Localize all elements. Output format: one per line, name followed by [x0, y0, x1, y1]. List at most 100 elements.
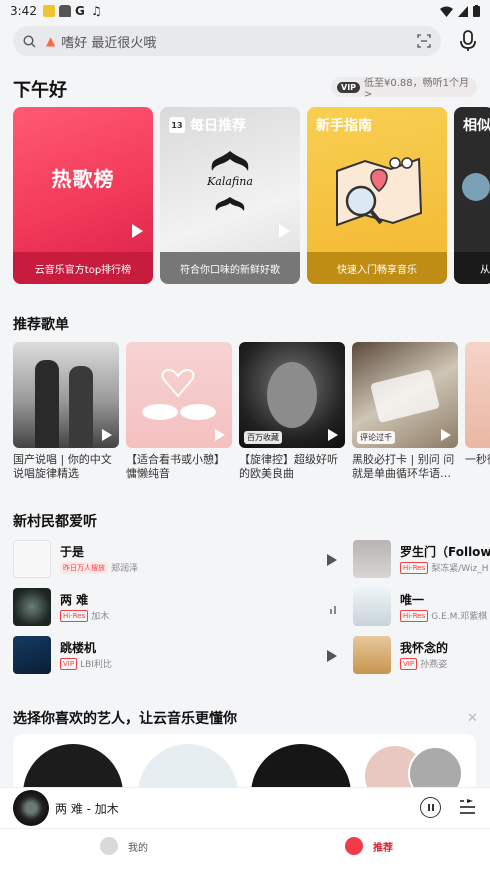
song-tag: VIP [400, 657, 418, 670]
scan-icon[interactable] [417, 34, 431, 48]
artist-picker [13, 734, 476, 794]
playlist-card[interactable]: 百万收藏 【旋律控】超级好听的欧美良曲 [239, 342, 345, 481]
playlist-card[interactable]: 评论过千 黑胶必打卡 | 别问 问就是单曲循环华语… [352, 342, 458, 481]
album-disc[interactable] [13, 790, 49, 826]
playlist-name: 黑胶必打卡 | 别问 问就是单曲循环华语… [352, 453, 455, 480]
music-note-icon: ♫ [90, 4, 102, 18]
song-artist: 加木 [91, 612, 110, 622]
mini-player[interactable]: 两 难 - 加木 [0, 787, 490, 828]
song-row[interactable]: 跳楼机 VIP LBI利比 [13, 636, 343, 676]
cassette-illustration [370, 369, 440, 423]
daily-recommend-card[interactable]: 13 每日推荐 Kalafina 符合你口味的新鲜好歌 [160, 107, 300, 284]
play-icon [132, 224, 143, 238]
playlist-card[interactable]: 国产说唱 | 你的中文说唱旋律精选 [13, 342, 119, 481]
song-thumbnail [353, 636, 391, 674]
songs-heading: 新村民都爱听 [13, 514, 97, 530]
play-icon[interactable] [327, 554, 337, 566]
notification-icon [42, 5, 55, 17]
song-tag: Hi-Res [60, 609, 89, 622]
signal-icon [458, 5, 468, 17]
vip-promo-text: 低至¥0.88，畅听1个月> [364, 78, 470, 100]
play-icon [279, 224, 290, 238]
playlist-card[interactable]: 一秒彻底 [465, 342, 490, 481]
playlist-badge: 评论过千 [357, 431, 395, 444]
play-icon [215, 429, 225, 441]
playlist-card[interactable]: 【适合看书或小憩】慵懒纯音 [126, 342, 232, 481]
calendar-icon: 13 [169, 117, 185, 133]
search-bar[interactable]: ▲ 嗜好 最近很火哦 [13, 26, 441, 56]
song-thumbnail [13, 588, 51, 626]
search-icon [23, 34, 36, 47]
beginner-guide-card[interactable]: 新手指南 快速入门畅享音乐 [307, 107, 447, 284]
song-row[interactable]: 于是 昨日万人搜放 郑润泽 [13, 540, 343, 580]
card-subtitle: 快速入门畅享音乐 [307, 252, 447, 284]
fire-icon: ▲ [46, 34, 56, 48]
song-title: 我怀念的 [400, 641, 449, 655]
song-title: 唯一 [400, 593, 425, 607]
song-thumbnail [353, 540, 391, 578]
card-title: 新手指南 [316, 118, 372, 134]
vip-badge: VIP [337, 81, 361, 93]
playlist-cover [465, 342, 490, 448]
hot-chart-card[interactable]: 热歌榜 云音乐官方top排行榜 [13, 107, 153, 284]
tab-me[interactable]: 我的 [100, 837, 148, 855]
now-playing-text: 两 难 - 加木 [55, 802, 119, 816]
playlist-cover: 评论过千 [352, 342, 458, 448]
card-title: 每日推荐 [190, 118, 246, 134]
playlist-name: 国产说唱 | 你的中文说唱旋律精选 [13, 453, 112, 480]
map-illustration [331, 153, 425, 231]
song-thumbnail [353, 588, 391, 626]
card-subtitle: 符合你口味的新鲜好歌 [160, 252, 300, 284]
song-artist: G.E.M.邓紫棋 [431, 612, 488, 622]
song-grid: 于是 昨日万人搜放 郑润泽 两 难 Hi-Res 加木 跳楼机 VIP LBI利比 罗… [13, 540, 490, 680]
microphone-icon[interactable] [458, 30, 478, 52]
play-icon [328, 429, 338, 441]
song-tag: 昨日万人搜放 [60, 561, 108, 574]
card-subtitle: 云音乐官方top排行榜 [13, 252, 153, 284]
feature-cards: 热歌榜 云音乐官方top排行榜 13 每日推荐 Kalafina 符合你口味的新… [13, 107, 490, 284]
tab-recommend[interactable]: 推荐 [345, 837, 393, 855]
playlist-cover [126, 342, 232, 448]
hot-chart-title: 热歌榜 [51, 167, 115, 191]
playlist-cover: 百万收藏 [239, 342, 345, 448]
playlist-badge: 百万收藏 [244, 431, 282, 444]
song-title: 跳楼机 [60, 641, 97, 655]
song-title: 于是 [60, 545, 85, 559]
battery-icon [473, 5, 480, 17]
pause-button[interactable] [420, 797, 441, 818]
playlist-name: 【旋律控】超级好听的欧美良曲 [239, 453, 338, 480]
vip-promo-button[interactable]: VIP 低至¥0.88，畅听1个月> [331, 77, 477, 100]
search-hint: 嗜好 最近很火哦 [61, 35, 157, 51]
play-icon[interactable] [327, 650, 337, 662]
people-figure [35, 360, 59, 448]
song-artist: 郑润泽 [111, 564, 139, 574]
playlists-heading: 推荐歌单 [13, 317, 69, 333]
song-tag: Hi-Res [400, 561, 429, 574]
song-tag: VIP [60, 657, 78, 670]
similar-card[interactable]: 相似 从 [454, 107, 490, 284]
song-row[interactable]: 唯一 Hi-Res G.E.M.邓紫棋 [353, 588, 490, 628]
playlist-queue-icon[interactable] [460, 799, 475, 815]
netease-logo-icon [345, 837, 363, 855]
wifi-icon [440, 6, 453, 17]
card-title: 相似 [463, 118, 490, 134]
playing-bars-icon[interactable] [329, 604, 339, 614]
artists-heading: 选择你喜欢的艺人，让云音乐更懂你 [13, 711, 237, 727]
close-icon[interactable]: ✕ [467, 711, 478, 726]
play-icon [102, 429, 112, 441]
kalafina-logo: Kalafina [200, 147, 260, 217]
artist-photo [462, 173, 490, 201]
tab-label: 我的 [128, 842, 148, 854]
song-row[interactable]: 罗生门（Follow） Hi-Res梨冻紧/Wiz_H [353, 540, 490, 580]
greeting-title: 下午好 [13, 80, 67, 101]
song-artist: 孙燕姿 [420, 660, 448, 670]
user-avatar-icon [100, 837, 118, 855]
song-row[interactable]: 我怀念的 VIP 孙燕姿 [353, 636, 490, 676]
kalafina-text: Kalafina [207, 175, 253, 188]
playlist-cover [13, 342, 119, 448]
song-row[interactable]: 两 难 Hi-Res 加木 [13, 588, 343, 628]
tab-label: 推荐 [373, 842, 393, 854]
song-thumbnail [13, 540, 51, 578]
people-figure [69, 366, 93, 448]
playlist-row: 国产说唱 | 你的中文说唱旋律精选 【适合看书或小憩】慵懒纯音 百万收藏 【旋律… [13, 342, 490, 482]
